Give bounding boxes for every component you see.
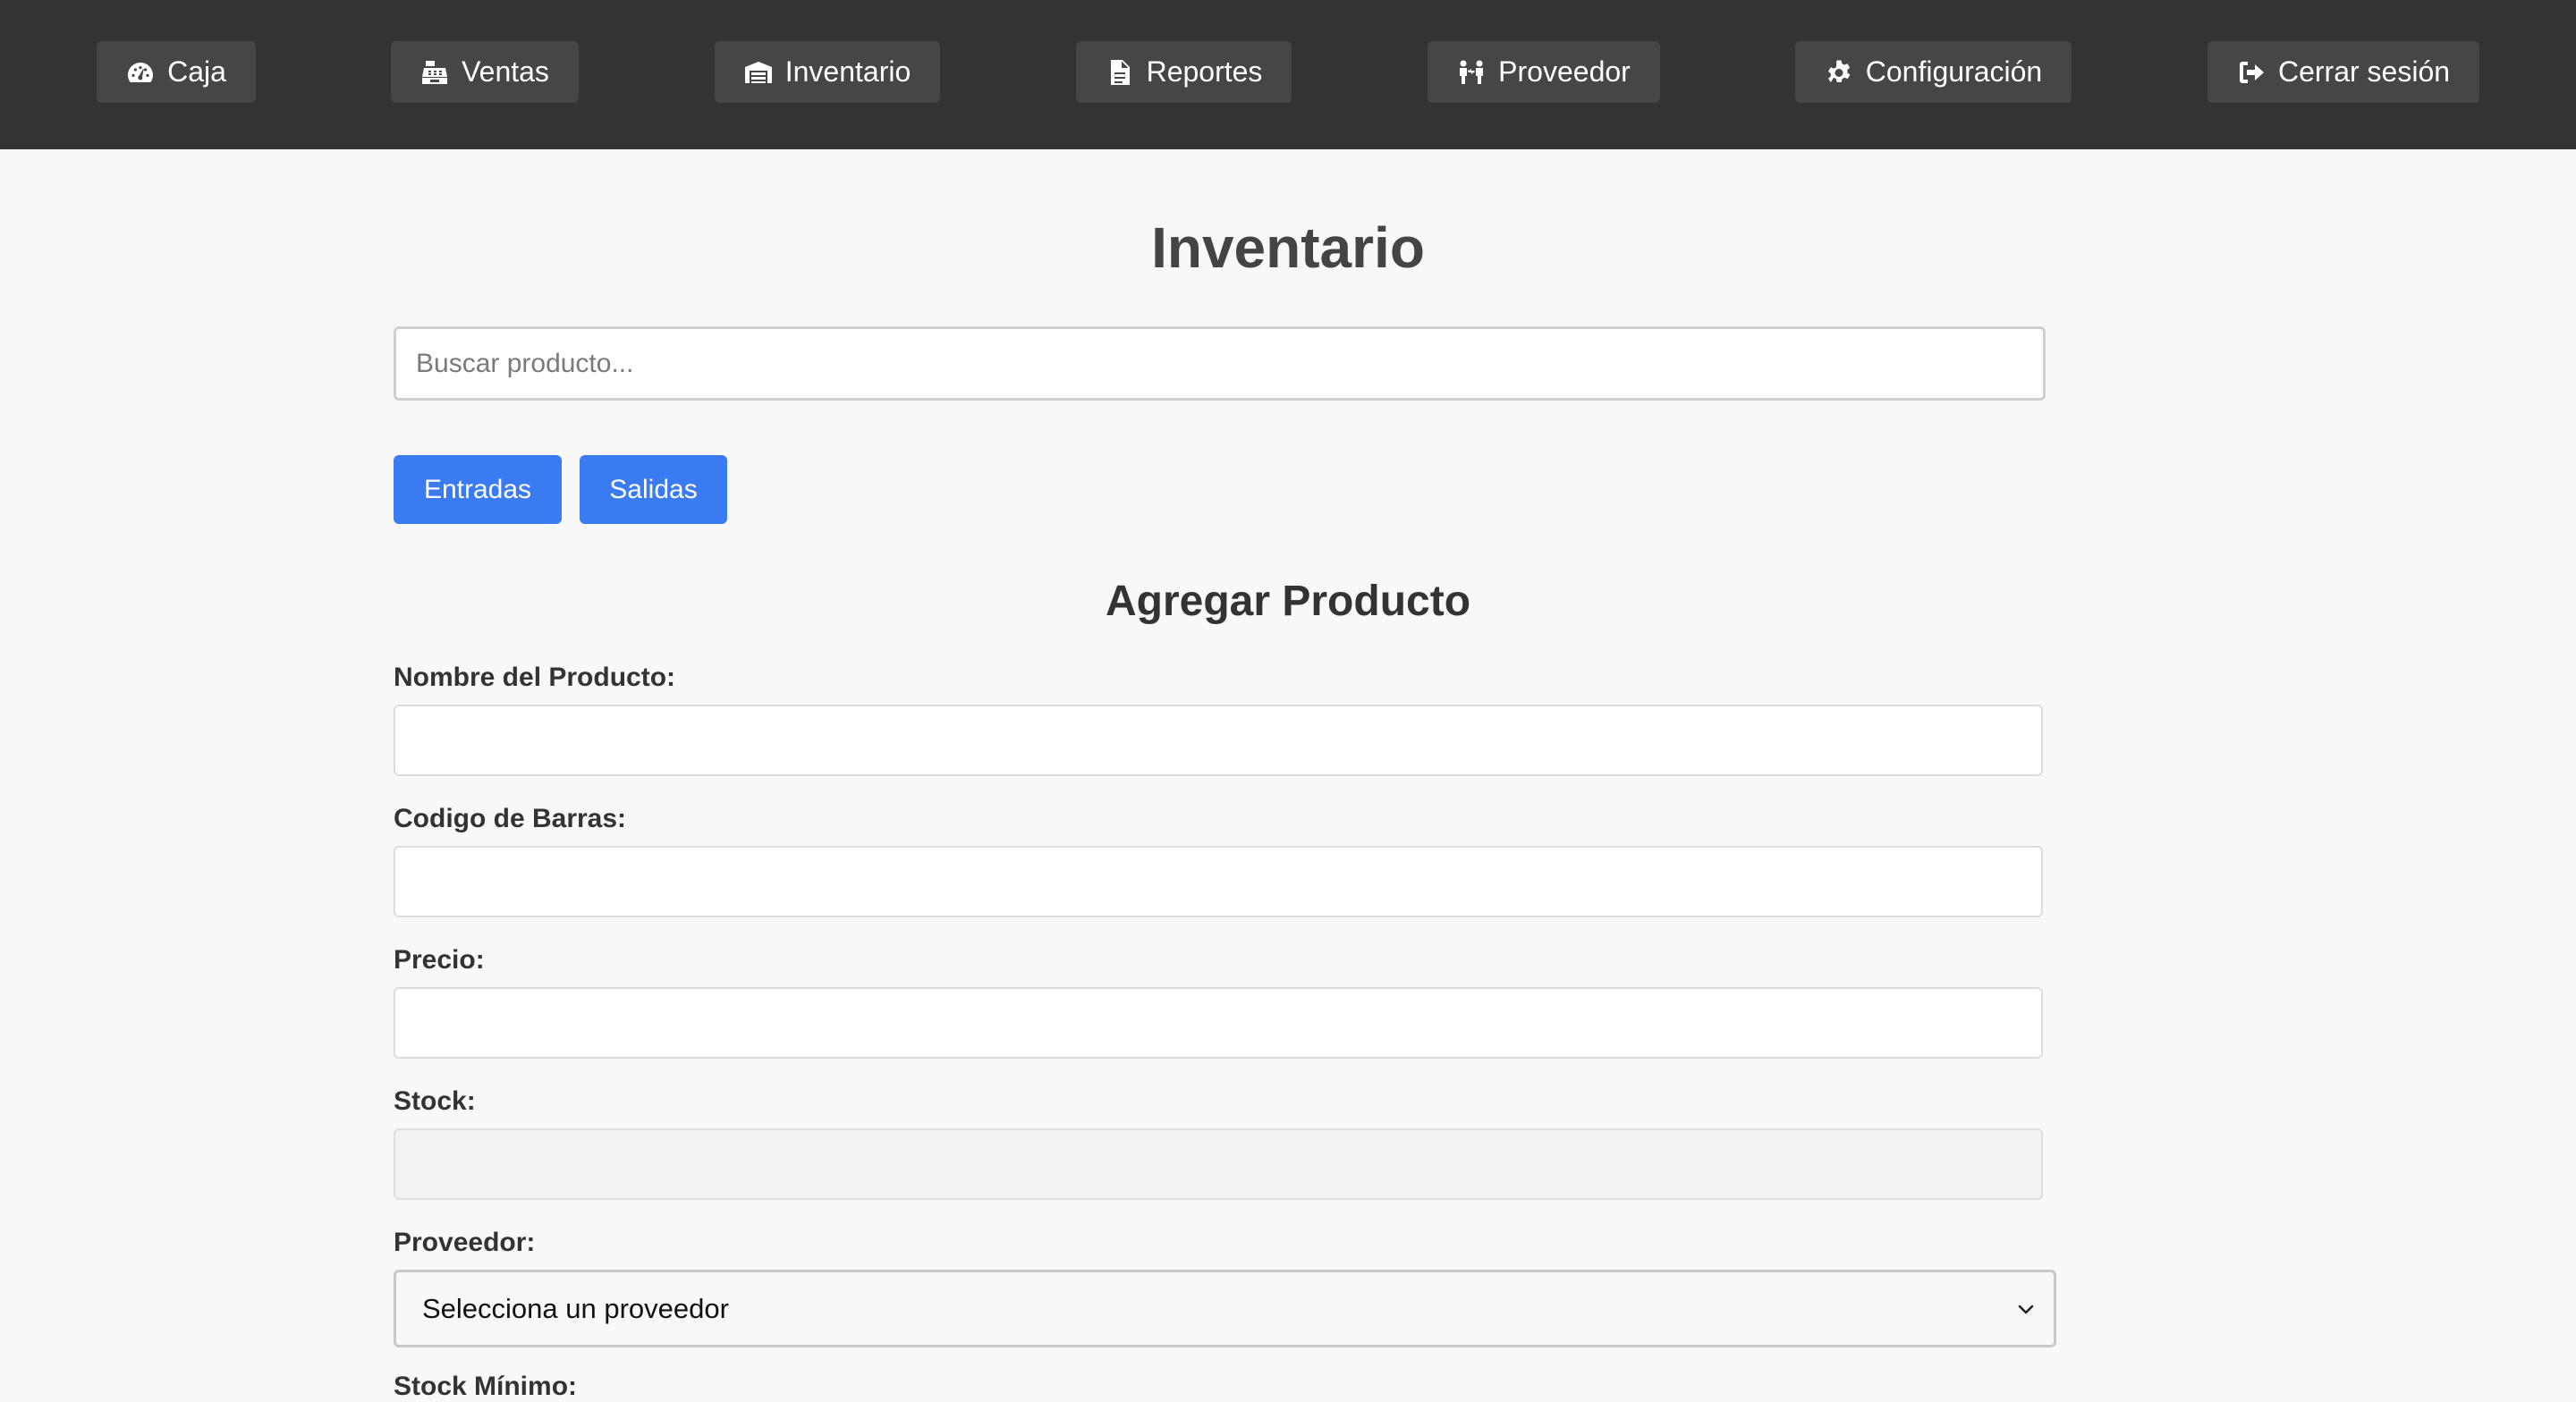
nav-configuracion-label: Configuración bbox=[1865, 55, 2043, 88]
nav-caja-label: Caja bbox=[167, 55, 226, 88]
entradas-button[interactable]: Entradas bbox=[394, 455, 562, 524]
nav-ventas-button[interactable]: Ventas bbox=[391, 41, 579, 103]
nav-inventario-label: Inventario bbox=[784, 55, 911, 88]
nav-configuracion-button[interactable]: Configuración bbox=[1795, 41, 2072, 103]
warehouse-icon bbox=[744, 61, 772, 83]
nav-cerrar-sesion-label: Cerrar sesión bbox=[2277, 55, 2451, 88]
people-exchange-icon bbox=[1460, 60, 1484, 84]
nav-ventas-label: Ventas bbox=[462, 55, 549, 88]
gauge-icon bbox=[128, 62, 154, 82]
nombre-input[interactable] bbox=[394, 705, 2043, 776]
nav-proveedor-label: Proveedor bbox=[1498, 55, 1631, 88]
nav-inventario-button[interactable]: Inventario bbox=[715, 41, 940, 103]
nombre-label: Nombre del Producto: bbox=[394, 663, 676, 692]
logout-icon bbox=[2239, 61, 2264, 83]
nav-proveedor-button[interactable]: Proveedor bbox=[1428, 41, 1660, 103]
file-report-icon bbox=[1110, 59, 1130, 85]
proveedor-selected-value: Selecciona un proveedor bbox=[422, 1292, 729, 1324]
gear-icon bbox=[1827, 60, 1851, 82]
stock-minimo-label: Stock Mínimo: bbox=[394, 1372, 578, 1401]
proveedor-label: Proveedor: bbox=[394, 1228, 536, 1257]
nav-caja-button[interactable]: Caja bbox=[97, 41, 256, 103]
form-title: Agregar Producto bbox=[1105, 578, 1471, 625]
page-title: Inventario bbox=[1151, 215, 1425, 280]
stock-label: Stock: bbox=[394, 1086, 476, 1116]
nav-reportes-label: Reportes bbox=[1146, 55, 1263, 88]
search-input[interactable] bbox=[394, 326, 2046, 401]
cash-register-icon bbox=[422, 60, 448, 84]
top-navbar: Caja Ventas Inventario Reportes Proveedo… bbox=[0, 0, 2576, 149]
precio-input[interactable] bbox=[394, 987, 2043, 1059]
nav-reportes-button[interactable]: Reportes bbox=[1076, 41, 1292, 103]
chevron-down-icon bbox=[2018, 1305, 2034, 1313]
codigo-label: Codigo de Barras: bbox=[394, 804, 627, 833]
precio-label: Precio: bbox=[394, 945, 485, 975]
proveedor-select[interactable]: Selecciona un proveedor bbox=[394, 1270, 2056, 1347]
nav-cerrar-sesion-button[interactable]: Cerrar sesión bbox=[2207, 41, 2479, 103]
stock-input bbox=[394, 1128, 2043, 1200]
salidas-button[interactable]: Salidas bbox=[580, 455, 727, 524]
codigo-barras-input[interactable] bbox=[394, 846, 2043, 917]
